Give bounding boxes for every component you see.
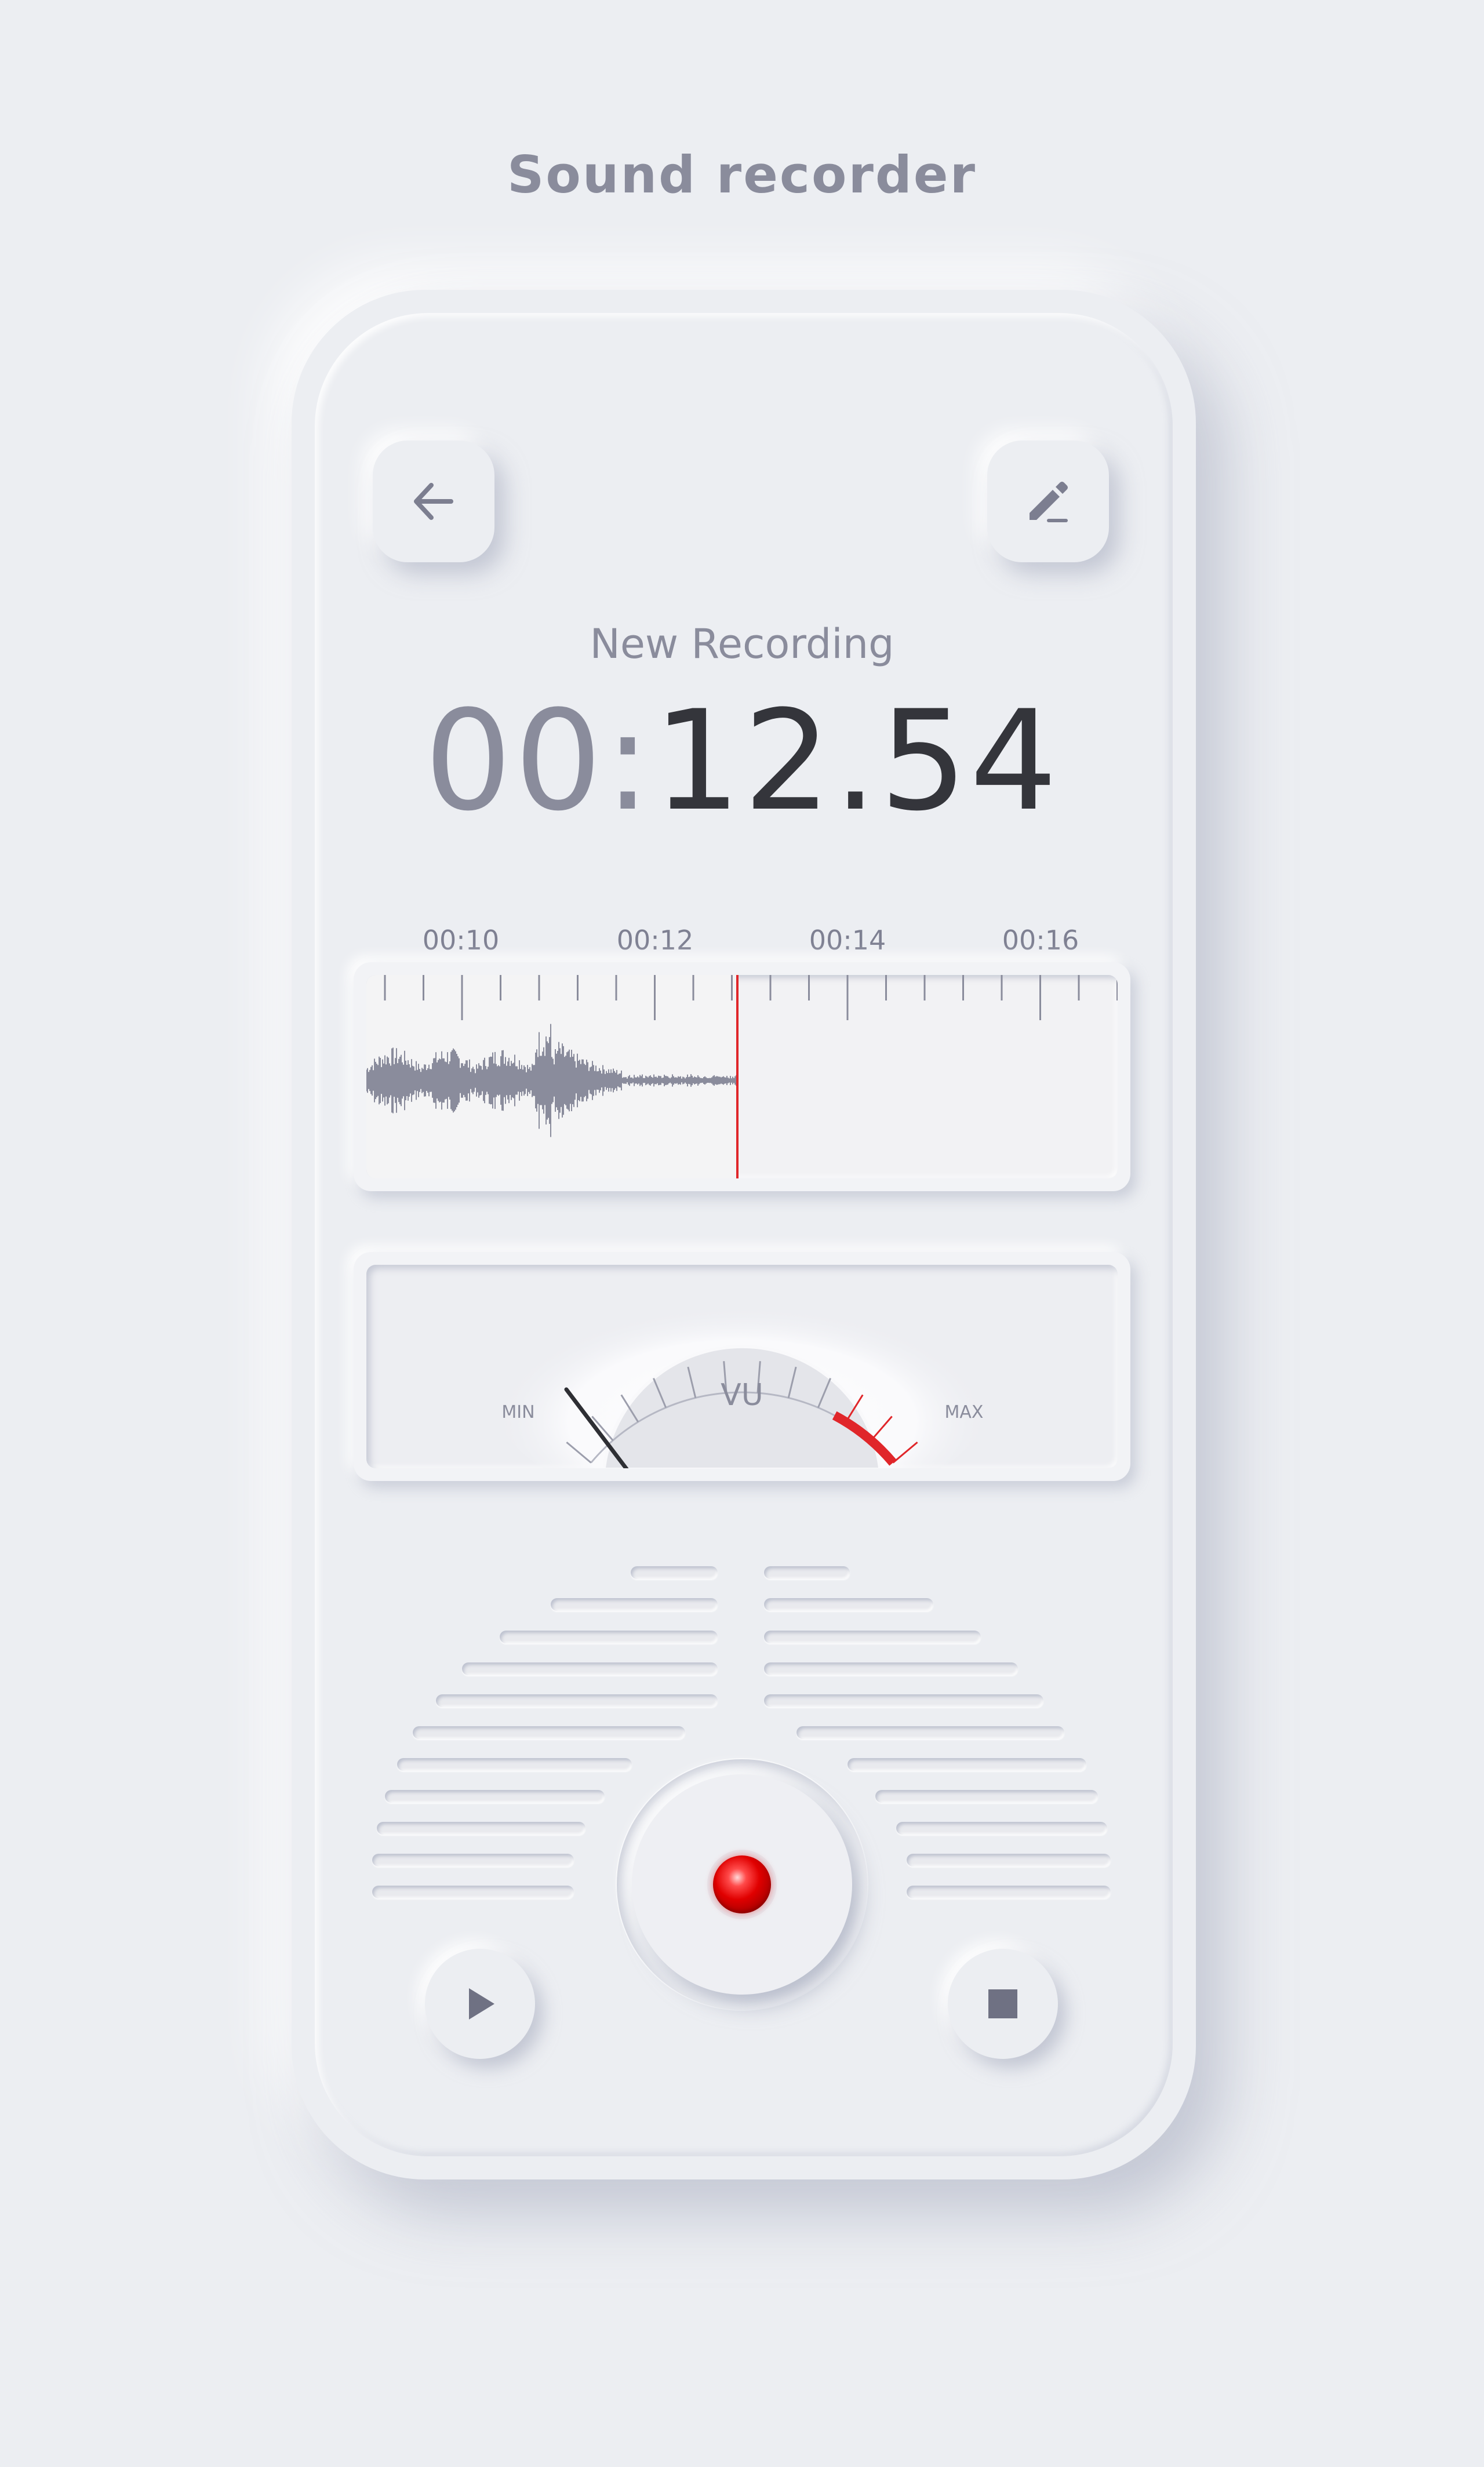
timeline-labels: 00:10 00:12 00:14 00:16 — [0, 925, 1484, 959]
recording-name: New Recording — [590, 620, 894, 668]
play-icon — [469, 1988, 494, 2020]
pencil-edit-icon — [1030, 482, 1068, 522]
elapsed-timer: 00:12.54 — [0, 693, 1484, 831]
page-title: Sound recorder — [507, 145, 977, 205]
vu-meter: VU MIN MAX — [493, 1282, 991, 1468]
waveform-screen[interactable] — [366, 975, 1118, 1178]
vu-label: VU — [721, 1378, 763, 1413]
edit-button[interactable] — [987, 441, 1109, 562]
timeline-label: 00:16 — [1002, 925, 1079, 956]
arrow-left-icon — [414, 483, 453, 520]
vu-max-label: MAX — [945, 1402, 984, 1422]
record-button[interactable] — [632, 1774, 852, 1995]
stop-button[interactable] — [948, 1949, 1058, 2059]
timer-seconds: 12.54 — [653, 681, 1060, 842]
timeline-label: 00:14 — [809, 925, 886, 956]
vu-meter-screen: VU MIN MAX — [366, 1265, 1118, 1468]
record-icon — [713, 1855, 771, 1913]
waveform-panel — [354, 962, 1130, 1191]
timeline-label: 00:10 — [422, 925, 500, 956]
timer-minutes: 00: — [424, 681, 653, 842]
vu-meter-panel: VU MIN MAX — [354, 1252, 1130, 1481]
play-button[interactable] — [425, 1949, 535, 2059]
timeline-label: 00:12 — [616, 925, 694, 956]
waveform-display — [366, 975, 1118, 1178]
stop-icon — [988, 1989, 1017, 2018]
back-button[interactable] — [373, 441, 494, 562]
vu-min-label: MIN — [501, 1402, 534, 1422]
